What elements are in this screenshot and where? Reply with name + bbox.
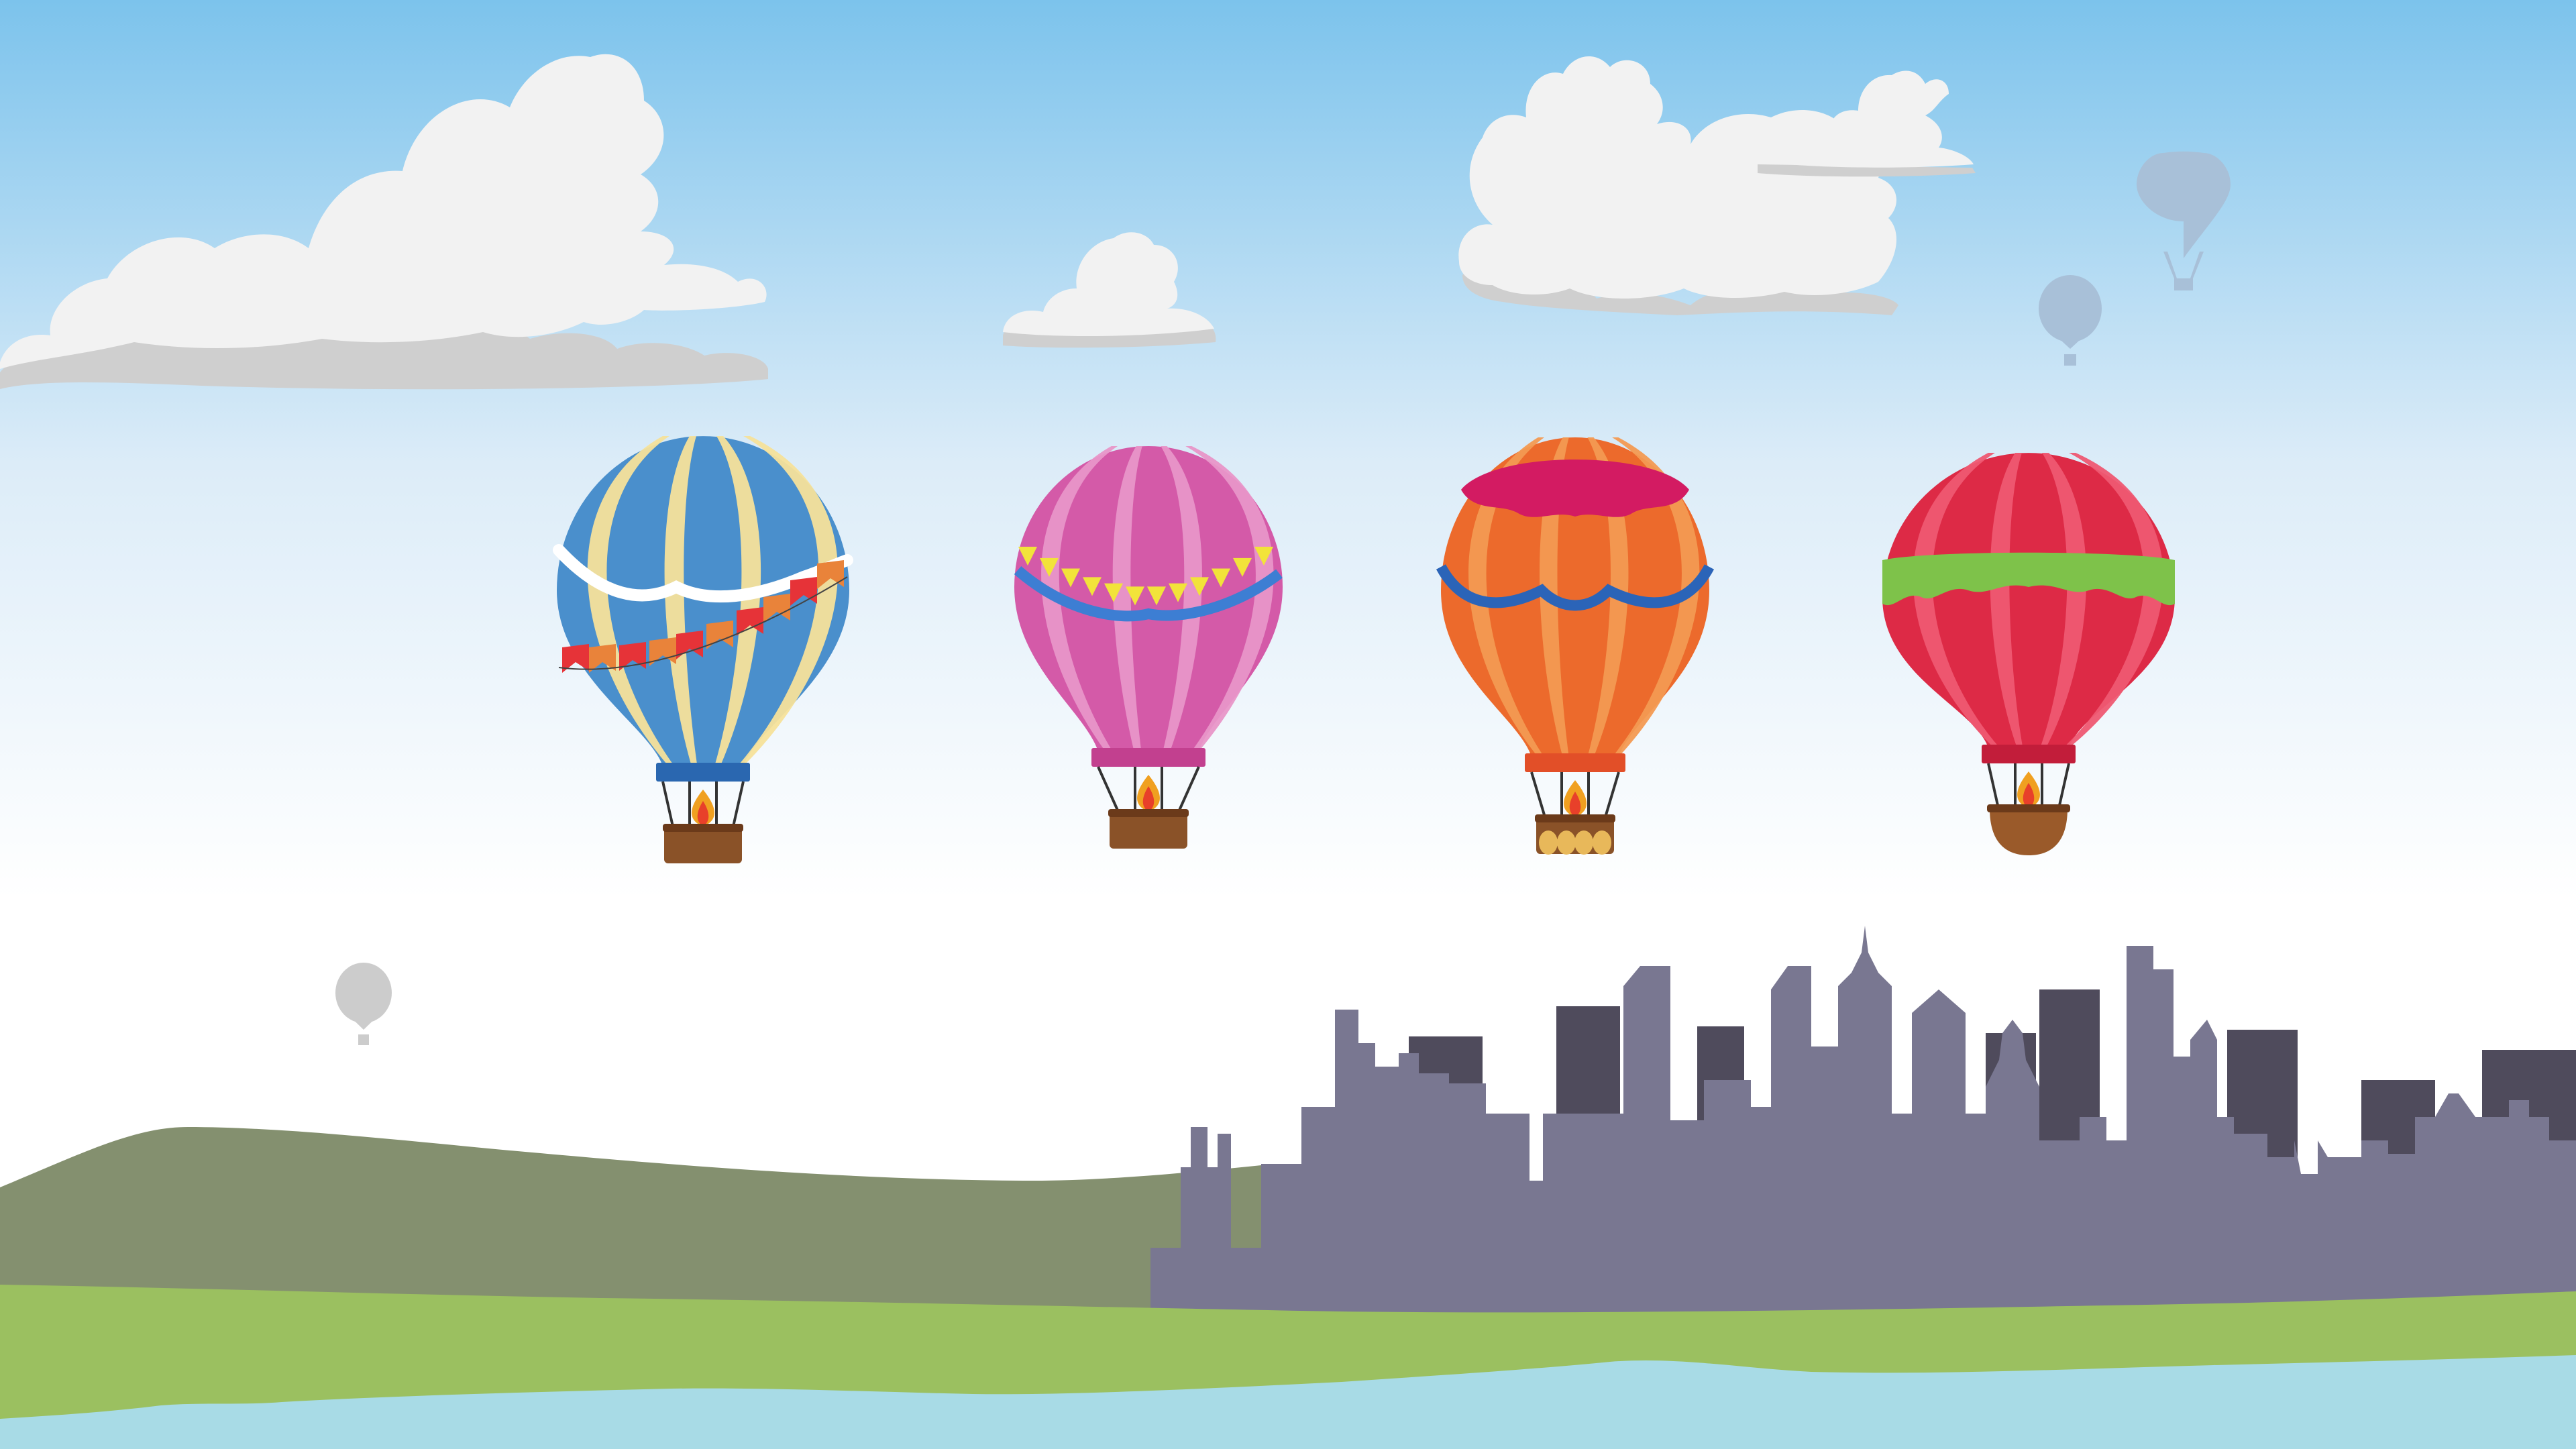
balloon-basket: [1535, 814, 1615, 855]
balloon-band: [656, 763, 750, 782]
hot-air-balloon-scene: [0, 0, 2576, 1449]
balloon-band: [1982, 745, 2076, 763]
balloon-basket: [663, 824, 743, 863]
balloon-basket: [1108, 809, 1189, 849]
balloon-band: [1091, 748, 1205, 767]
balloon-band: [1525, 753, 1625, 772]
